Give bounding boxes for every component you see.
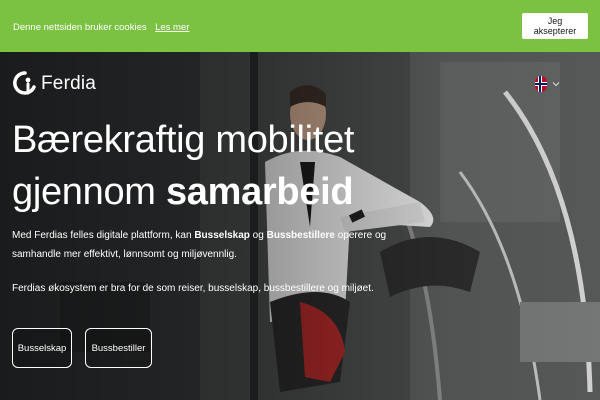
desc-bold-busselskap: Busselskap: [194, 230, 250, 241]
hero-title-line2: gjennom: [12, 171, 166, 213]
ecosystem-text: Ferdias økosystem er bra for de som reis…: [12, 283, 374, 294]
desc-text-1: Med Ferdias felles digitale plattform, k…: [12, 230, 195, 241]
norway-flag-icon: [535, 76, 547, 92]
cookie-message: Denne nettsiden bruker cookies Les mer: [13, 17, 189, 35]
hero-description: Med Ferdias felles digitale plattform, k…: [12, 226, 392, 264]
bussbestiller-button[interactable]: Bussbestiller: [85, 328, 152, 368]
hero-title-emphasis: samarbeid: [165, 171, 354, 213]
language-selector[interactable]: [535, 76, 560, 92]
brand-name: Ferdia: [41, 73, 97, 94]
cookie-read-more-link[interactable]: Les mer: [155, 22, 189, 33]
chevron-down-icon: [552, 82, 560, 87]
cookie-accept-button[interactable]: Jeg aksepterer: [522, 13, 588, 39]
ferdia-logo-icon: [13, 71, 36, 95]
desc-text-2: og: [249, 230, 267, 241]
hero-section: Ferdia Bærekraftig mobilitet gjennom sam…: [0, 52, 600, 400]
busselskap-button[interactable]: Busselskap: [12, 328, 72, 368]
cookie-banner: Denne nettsiden bruker cookies Les mer J…: [0, 0, 600, 52]
ferdia-logo[interactable]: Ferdia: [13, 69, 96, 99]
hero-title-line1: Bærekraftig mobilitet: [12, 119, 355, 161]
desc-bold-bussbestillere: Bussbestillere: [266, 230, 335, 241]
cookie-text: Denne nettsiden bruker cookies: [13, 22, 147, 33]
hero-title: Bærekraftig mobilitet gjennom samarbeid: [12, 114, 354, 218]
